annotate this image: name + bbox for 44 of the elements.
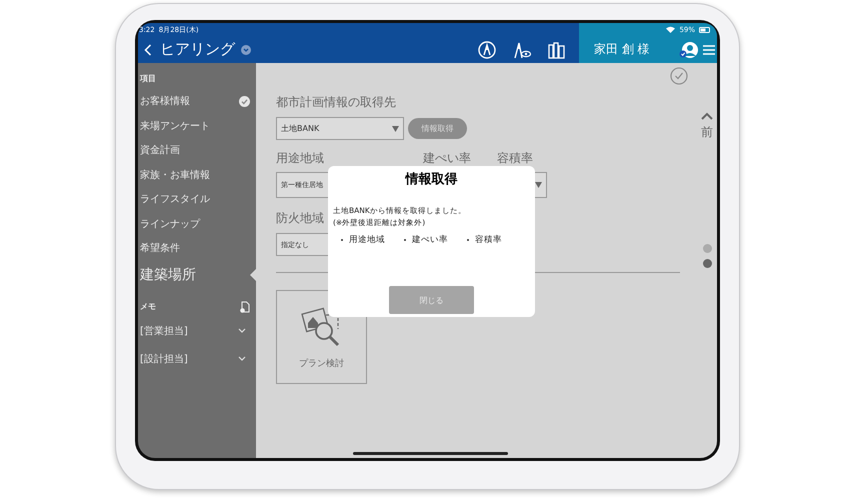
- battery-icon: [699, 26, 711, 32]
- compass-icon[interactable]: [478, 40, 496, 58]
- add-note-icon[interactable]: [240, 300, 250, 312]
- menu-icon[interactable]: [703, 44, 715, 56]
- sidebar-item[interactable]: 希望条件: [140, 236, 250, 260]
- sidebar-item[interactable]: 建築場所: [140, 260, 250, 288]
- wifi-icon: [666, 26, 676, 33]
- field-label: 都市計画情報の取得先: [276, 94, 396, 111]
- books-icon[interactable]: [548, 40, 566, 58]
- caret-icon[interactable]: [535, 182, 542, 188]
- header-title: ヒアリング: [160, 40, 235, 59]
- page-dot[interactable]: [702, 244, 712, 253]
- field-label: 防火地域: [276, 210, 324, 227]
- memo-item[interactable]: [営業担当]: [140, 324, 188, 338]
- sidebar-item[interactable]: 資金計画: [140, 138, 250, 162]
- sidebar-item[interactable]: 家族・お車情報: [140, 162, 250, 187]
- sidebar-item[interactable]: お客様情報: [140, 89, 250, 114]
- section-heading: 項目: [140, 73, 157, 85]
- caret-icon[interactable]: [392, 126, 399, 132]
- sidebar-item[interactable]: ラインナップ: [140, 212, 250, 236]
- up-chevron-icon[interactable]: [701, 112, 713, 120]
- source-select[interactable]: 土地BANK: [276, 117, 404, 140]
- field-label: 用途地域: [276, 150, 325, 167]
- sidebar-item[interactable]: 来場アンケート: [140, 114, 250, 138]
- check-circle-icon[interactable]: [670, 67, 688, 85]
- back-icon[interactable]: [144, 44, 152, 56]
- field-label: 容積率: [497, 150, 533, 167]
- result-item: 建ぺい率: [412, 234, 448, 246]
- user-name: 家田 創 様: [594, 41, 650, 58]
- result-item: 用途地域: [349, 234, 385, 246]
- chevron-icon[interactable]: [238, 356, 246, 361]
- previous-link[interactable]: 前: [701, 124, 713, 141]
- pen-eye-icon[interactable]: [512, 40, 532, 58]
- dialog-title: 情報取得: [406, 171, 458, 188]
- chevron-icon[interactable]: [238, 328, 246, 333]
- memo-item[interactable]: [設計担当]: [140, 352, 188, 366]
- sidebar-item[interactable]: ライフスタイル: [140, 187, 250, 212]
- avatar-icon[interactable]: [679, 40, 699, 58]
- fetch-button[interactable]: 情報取得: [408, 118, 467, 139]
- result-item: 容積率: [475, 234, 502, 246]
- field-label: 建ぺい率: [423, 150, 472, 167]
- dropdown-icon[interactable]: [241, 44, 251, 54]
- memo-heading: メモ: [140, 301, 156, 312]
- page-dot[interactable]: [702, 259, 712, 268]
